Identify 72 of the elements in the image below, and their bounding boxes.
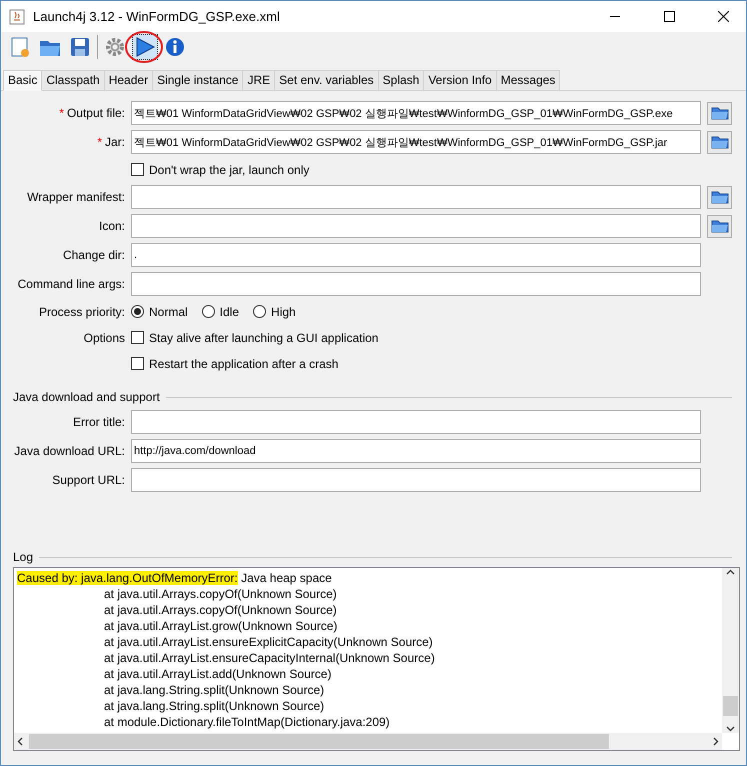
checkbox[interactable]: Restart the application after a crash [131,356,338,370]
log-area[interactable] [13,567,740,751]
tab[interactable]: Messages [496,70,560,90]
settings-icon [104,36,126,58]
tab[interactable]: JRE [242,70,276,90]
section-title: Log [13,550,34,564]
folder-icon [710,135,728,149]
text-field[interactable]: http://java.com/download [131,439,701,463]
browse-button[interactable] [707,214,732,238]
text-field[interactable]: 젝트₩01 WinformDataGridView₩02 GSP₩02 실행파일₩test₩WinformDG_GSP_01₩WinFormDG_GSP.jar [131,130,701,154]
field-label: * Jar: [96,135,125,149]
browse-button[interactable] [707,130,732,154]
text-field[interactable] [131,272,701,296]
radio-button[interactable]: Normal [131,304,188,318]
new-file-icon [9,36,31,58]
browse-button[interactable] [707,102,732,124]
info-icon [165,37,185,57]
maximize-icon [664,11,674,22]
close-icon [718,11,728,22]
checkbox[interactable]: Stay alive after launching a GUI application [131,330,378,344]
section-title: Java download and support [13,390,160,404]
tab[interactable]: Basic [3,70,42,91]
tab[interactable]: Set env. variables [274,70,379,90]
field-label: Icon: [98,219,125,233]
java-icon [9,8,25,24]
radio-button[interactable]: Idle [202,304,240,318]
browse-button[interactable] [707,186,732,208]
folder-icon [710,190,728,204]
tab[interactable]: Version Info [423,70,497,90]
field-label: * Output file: [58,106,125,120]
field-label: Change dir: [62,248,125,262]
annotation-circle [124,30,164,64]
tab[interactable]: Header [104,70,154,90]
field-label: Options [82,330,125,344]
tab[interactable]: Classpath [41,70,105,90]
play-icon [134,36,156,58]
field-label: Command line args: [16,277,125,291]
horizontal-scrollbar[interactable] [14,733,722,750]
log-line: at java.util.ArrayList.ensureCapacityInternal(Unknown Source) [103,650,436,666]
log-line: at java.util.Arrays.copyOf(Unknown Source) [103,602,338,618]
field-label: Support URL: [51,473,125,487]
text-field[interactable] [131,185,701,209]
radio-button[interactable]: High [253,304,296,318]
field-label: Error title: [72,415,125,429]
text-field[interactable]: . [131,243,701,267]
scrollbar-thumb[interactable] [29,734,609,749]
scrollbar-thumb[interactable] [723,696,738,716]
text-field[interactable]: 젝트₩01 WinformDataGridView₩02 GSP₩02 실행파일₩test₩WinformDG_GSP_01₩WinFormDG_GSP.exe [131,101,701,125]
text-field[interactable] [131,410,701,434]
field-label: Process priority: [38,304,125,318]
log-line: at module.Dictionary.fileToIntMap(Dictionary.java:209) [103,714,391,730]
folder-icon [710,219,728,233]
log-line: at java.util.ArrayList.ensureExplicitCapacity(Unknown Source) [103,634,434,650]
text-field[interactable] [131,468,701,492]
save-icon [70,37,90,57]
log-line: Caused by: java.lang.OutOfMemoryError: Java heap space [17,570,333,586]
log-line: at java.util.Arrays.copyOf(Unknown Source) [103,586,338,602]
text-field[interactable] [131,214,701,238]
window-title: Launch4j 3.12 - WinFormDG_GSP.exe.xml [33,9,281,24]
log-line: at java.lang.String.split(Unknown Source) [103,682,326,698]
tab[interactable]: Single instance [152,70,244,90]
log-line: at java.util.ArrayList.grow(Unknown Source) [103,618,338,634]
checkbox[interactable]: Don't wrap the jar, launch only [131,162,310,176]
log-line: at java.util.ArrayList.add(Unknown Source) [103,666,332,682]
minimize-icon [610,16,620,17]
vertical-scrollbar[interactable] [722,568,739,733]
tab[interactable]: Splash [378,70,424,90]
run-button[interactable] [132,34,158,60]
log-line: at java.lang.String.split(Unknown Source) [103,698,326,714]
folder-icon [710,106,728,120]
field-label: Java download URL: [13,444,125,458]
field-label: Wrapper manifest: [26,190,125,204]
